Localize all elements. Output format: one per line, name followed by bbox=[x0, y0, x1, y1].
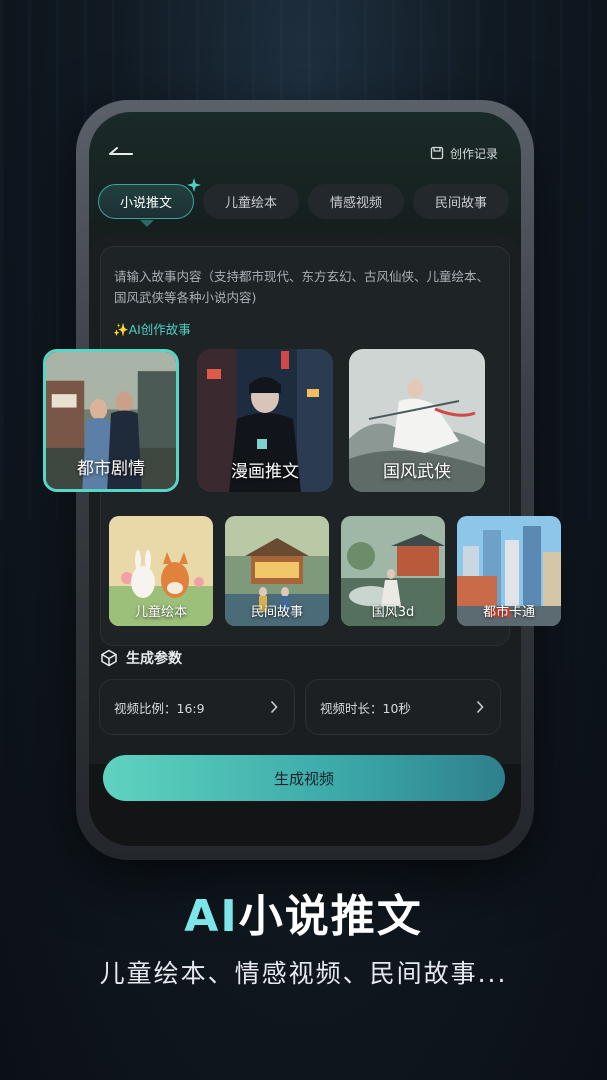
active-tab-pointer bbox=[140, 220, 154, 227]
ai-create-story-link[interactable]: ✨AI创作故事 bbox=[113, 319, 191, 338]
tab-children-picture-book[interactable]: 儿童绘本 bbox=[203, 184, 299, 219]
promo-subline: 儿童绘本、情感视频、民间故事... bbox=[99, 959, 508, 988]
generate-video-button[interactable]: 生成视频 bbox=[103, 755, 505, 801]
tab-label: 小说推文 bbox=[119, 196, 172, 211]
style-card-label: 国风武侠 bbox=[383, 462, 451, 482]
style-card-comic-novel[interactable]: 漫画推文 bbox=[197, 349, 333, 492]
style-card-label: 民间故事 bbox=[250, 605, 303, 620]
style-card-chinese-wuxia[interactable]: 国风武侠 bbox=[349, 349, 485, 492]
chevron-right-icon bbox=[476, 700, 484, 714]
style-card-folk-story[interactable]: 民间故事 bbox=[225, 516, 329, 626]
generation-params-heading: 生成参数 bbox=[100, 648, 182, 668]
tab-label: 民间故事 bbox=[434, 196, 487, 211]
chevron-right-icon bbox=[270, 700, 278, 714]
creation-records-label: 创作记录 bbox=[450, 146, 499, 161]
save-icon bbox=[430, 146, 444, 160]
style-card-urban-drama[interactable]: 都市剧情 bbox=[43, 349, 179, 492]
promo-headline-rest: 小说推文 bbox=[238, 891, 423, 942]
generation-params-title: 生成参数 bbox=[126, 651, 182, 667]
generate-video-label: 生成视频 bbox=[273, 769, 334, 788]
video-duration-label: 视频时长：10秒 bbox=[320, 700, 411, 716]
tab-label: 情感视频 bbox=[329, 196, 382, 211]
style-card-urban-cartoon[interactable]: 都市卡通 bbox=[457, 516, 561, 626]
style-card-label: 都市剧情 bbox=[77, 459, 145, 479]
style-card-children-book[interactable]: 儿童绘本 bbox=[109, 516, 213, 626]
style-card-label: 都市卡通 bbox=[482, 605, 535, 620]
video-ratio-selector[interactable]: 视频比例：16:9 bbox=[99, 679, 295, 735]
tab-folk-story[interactable]: 民间故事 bbox=[413, 184, 509, 219]
tab-label: 儿童绘本 bbox=[224, 196, 277, 211]
tab-novel[interactable]: 小说推文 bbox=[98, 178, 201, 219]
style-card-label: 国风3d bbox=[371, 605, 415, 620]
cube-icon bbox=[101, 649, 117, 667]
promo-headline: AI小说推文 bbox=[0, 880, 607, 944]
style-card-label: 儿童绘本 bbox=[134, 605, 187, 620]
sparkle-icon bbox=[187, 178, 201, 192]
back-arrow-icon[interactable] bbox=[106, 144, 136, 164]
creation-records-button[interactable]: 创作记录 bbox=[430, 144, 498, 162]
category-tabs: 小说推文 儿童绘本 情感视频 民间故事 bbox=[98, 178, 509, 220]
tab-emotion-video[interactable]: 情感视频 bbox=[308, 184, 404, 219]
story-input-placeholder[interactable]: 请输入故事内容（支持都市现代、东方玄幻、古风仙侠、儿童绘本、国风武侠等各种小说内… bbox=[114, 266, 498, 308]
style-card-chinese-3d[interactable]: 国风3d bbox=[341, 516, 445, 626]
promo-headline-ai: AI bbox=[184, 891, 239, 942]
video-ratio-label: 视频比例：16:9 bbox=[114, 700, 205, 716]
style-card-label: 漫画推文 bbox=[231, 462, 299, 482]
video-duration-selector[interactable]: 视频时长：10秒 bbox=[305, 679, 501, 735]
